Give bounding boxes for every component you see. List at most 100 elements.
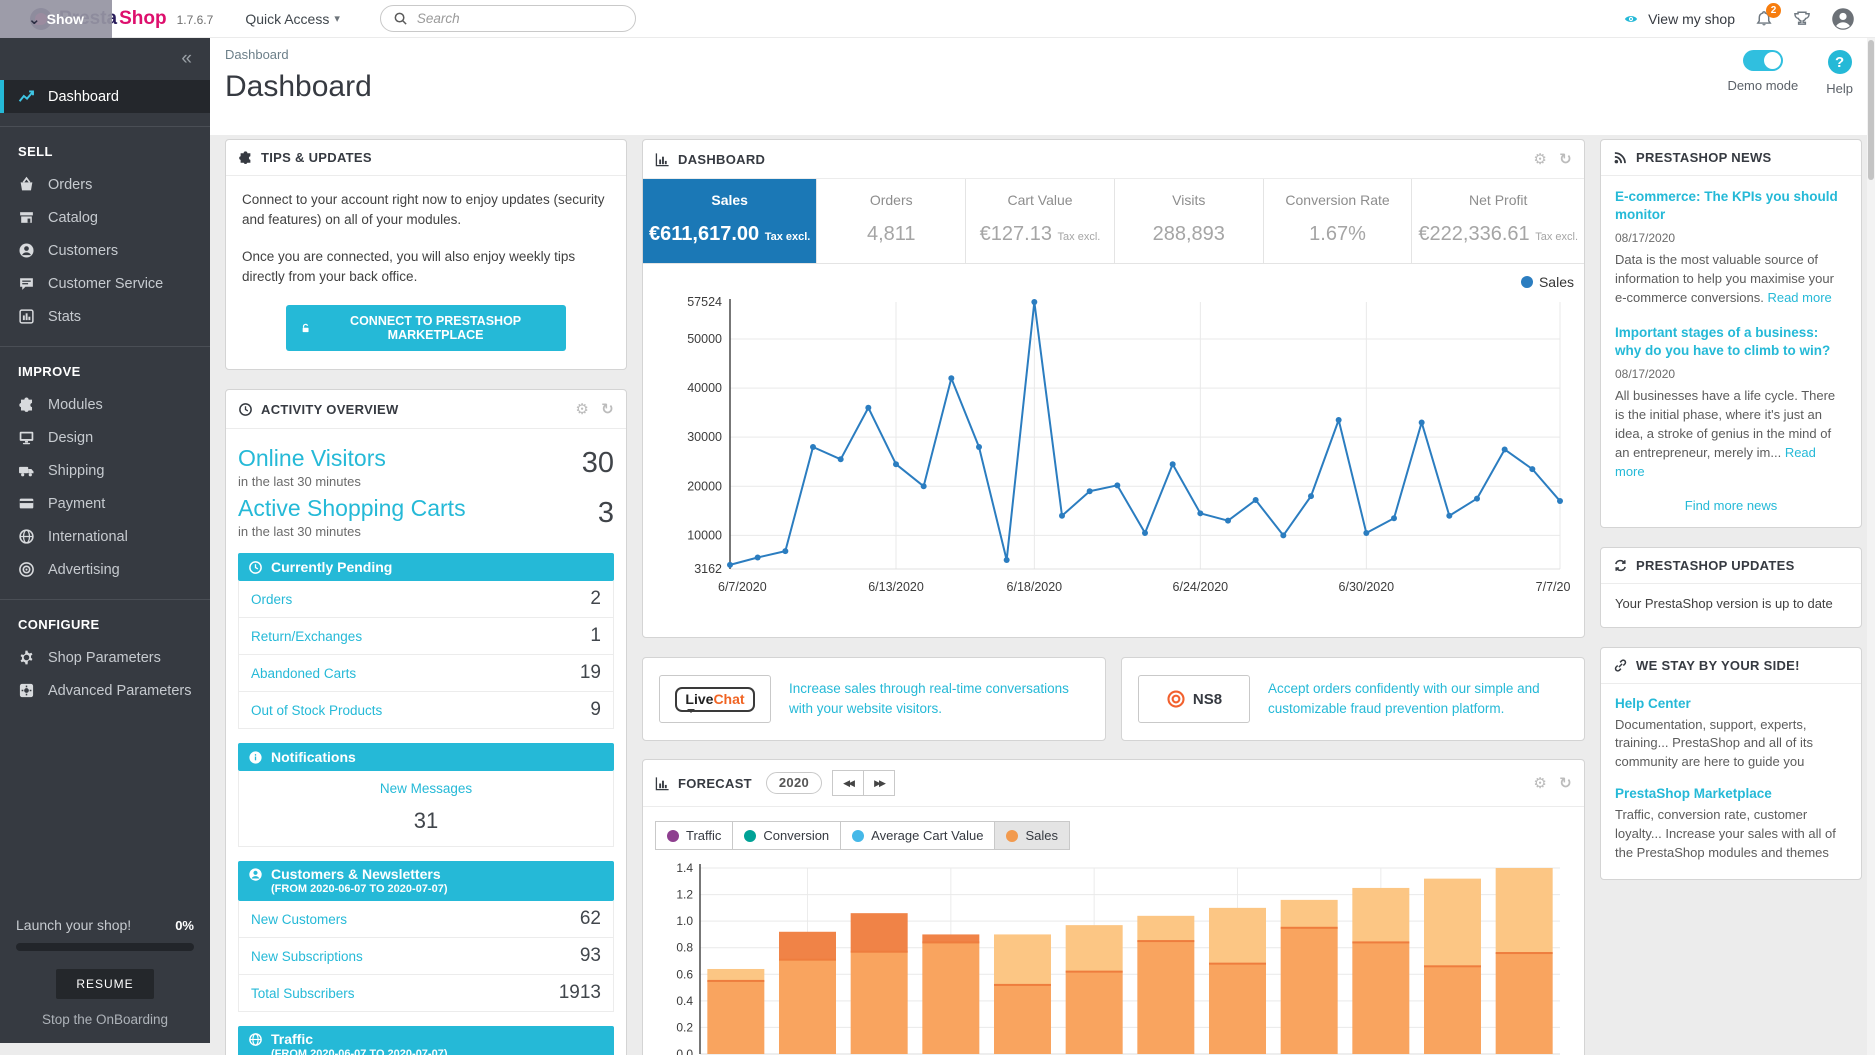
read-more-link[interactable]: Read more — [1767, 290, 1831, 305]
total-subscribers-link[interactable]: Total Subscribers — [251, 986, 355, 1001]
launch-progress-percent: 0% — [175, 918, 194, 933]
sidebar-item-advertising[interactable]: Advertising — [0, 553, 210, 586]
account-menu[interactable] — [1831, 7, 1855, 31]
forecast-bar-chart[interactable]: 0.00.20.40.60.81.01.21.4FebruaryAprilJun… — [655, 856, 1570, 1055]
gear-icon[interactable]: ⚙ — [1533, 774, 1547, 792]
onboarding-launch-block: Launch your shop! 0% RESUME Stop the OnB… — [0, 902, 210, 1043]
activity-overview-panel: ACTIVITY OVERVIEW ⚙ ↻ Online Visitors in… — [225, 389, 627, 1055]
sidebar-item-shipping[interactable]: Shipping — [0, 454, 210, 487]
news-article-title[interactable]: Important stages of a business: why do y… — [1615, 324, 1847, 360]
legend-button-conversion[interactable]: Conversion — [732, 821, 841, 850]
forecast-year-pill[interactable]: 2020 — [766, 772, 822, 794]
sidebar-item-advanced-parameters[interactable]: Advanced Parameters — [0, 674, 210, 707]
online-visitors-label[interactable]: Online Visitors — [238, 445, 386, 472]
news-article-title[interactable]: E-commerce: The KPIs you should monitor — [1615, 188, 1847, 224]
sidebar-item-payment[interactable]: Payment — [0, 487, 210, 520]
connect-marketplace-button[interactable]: CONNECT TO PRESTASHOP MARKETPLACE — [286, 305, 566, 351]
brand-shop: Shop — [119, 8, 167, 30]
sidebar-collapse-button[interactable]: « — [181, 48, 192, 69]
updates-status-text: Your PrestaShop version is up to date — [1601, 584, 1861, 627]
band-title: Traffic — [271, 1031, 313, 1047]
sidebar-item-modules[interactable]: Modules — [0, 388, 210, 421]
sidebar-item-shop-parameters[interactable]: Shop Parameters — [0, 641, 210, 674]
svg-text:57524: 57524 — [687, 296, 722, 309]
sidebar-item-label: International — [48, 529, 128, 545]
out-of-stock-link[interactable]: Out of Stock Products — [251, 703, 382, 718]
legend-button-traffic[interactable]: Traffic — [655, 821, 733, 850]
trophy-button[interactable] — [1793, 10, 1811, 28]
topbar: ⌄ Show PrestaShop 1.7.6.7 Quick Access ▾… — [0, 0, 1875, 38]
panel-title: WE STAY BY YOUR SIDE! — [1636, 658, 1800, 673]
refresh-icon[interactable]: ↻ — [1559, 150, 1572, 168]
notifications-button[interactable]: 2 — [1755, 10, 1773, 28]
svg-text:20000: 20000 — [687, 479, 722, 493]
chevron-down-icon: ▾ — [334, 12, 340, 25]
svg-text:6/30/2020: 6/30/2020 — [1339, 580, 1395, 594]
demo-mode-toggle[interactable] — [1743, 50, 1783, 71]
active-carts-label[interactable]: Active Shopping Carts — [238, 495, 466, 522]
marketplace-link[interactable]: PrestaShop Marketplace — [1615, 786, 1847, 801]
kpi-label: Conversion Rate — [1270, 192, 1406, 208]
svg-text:1.2: 1.2 — [676, 888, 693, 902]
globe-icon — [248, 1032, 263, 1047]
sidebar-item-catalog[interactable]: Catalog — [0, 201, 210, 234]
sidebar-item-dashboard[interactable]: Dashboard — [0, 80, 210, 113]
legend-button-average-cart-value[interactable]: Average Cart Value — [840, 821, 995, 850]
basket-icon — [18, 176, 35, 193]
help-center-text: Documentation, support, experts, trainin… — [1615, 716, 1847, 773]
gear-icon[interactable]: ⚙ — [1533, 150, 1547, 168]
pending-orders-value: 2 — [590, 588, 601, 610]
scrollbar-thumb[interactable] — [1868, 40, 1874, 180]
livechat-logo[interactable]: LiveChat — [659, 675, 771, 723]
find-more-news-link[interactable]: Find more news — [1615, 498, 1847, 513]
sidebar-item-international[interactable]: International — [0, 520, 210, 553]
legend-button-sales[interactable]: Sales — [994, 821, 1070, 850]
forecast-legend: Traffic Conversion Average Cart Value Sa… — [643, 807, 1584, 852]
tips-paragraph: Connect to your account right now to enj… — [242, 190, 610, 231]
quick-access-dropdown[interactable]: Quick Access ▾ — [245, 11, 340, 27]
refresh-icon[interactable]: ↻ — [601, 400, 614, 418]
pending-orders-link[interactable]: Orders — [251, 592, 292, 607]
show-overlay-button[interactable]: ⌄ Show — [0, 0, 112, 38]
kpi-row: Sales €611,617.00 Tax excl. Orders 4,811… — [643, 179, 1584, 264]
kpi-tab-conversion-rate[interactable]: Conversion Rate 1.67% — [1264, 179, 1413, 263]
new-customers-link[interactable]: New Customers — [251, 912, 347, 927]
scrollbar[interactable] — [1867, 38, 1875, 1055]
active-carts-stat: Active Shopping Carts in the last 30 min… — [238, 495, 614, 539]
view-my-shop-link[interactable]: View my shop — [1622, 11, 1735, 27]
kpi-tab-cart-value[interactable]: Cart Value €127.13 Tax excl. — [966, 179, 1115, 263]
new-subscriptions-link[interactable]: New Subscriptions — [251, 949, 363, 964]
version-label: 1.7.6.7 — [177, 13, 214, 27]
gear-icon[interactable]: ⚙ — [575, 400, 589, 418]
pending-returns-link[interactable]: Return/Exchanges — [251, 629, 362, 644]
sidebar-item-label: Advertising — [48, 562, 120, 578]
sidebar-item-design[interactable]: Design — [0, 421, 210, 454]
refresh-icon[interactable]: ↻ — [1559, 774, 1572, 792]
livechat-promo-link[interactable]: Increase sales through real-time convers… — [789, 679, 1089, 718]
sidebar-item-customers[interactable]: Customers — [0, 234, 210, 267]
sales-line-chart[interactable]: 31621000020000300004000050000575246/7/20… — [655, 296, 1570, 606]
stop-onboarding-link[interactable]: Stop the OnBoarding — [16, 1012, 194, 1027]
sidebar-section-configure: CONFIGURE — [0, 600, 210, 641]
connect-marketplace-label: CONNECT TO PRESTASHOP MARKETPLACE — [319, 314, 552, 342]
kpi-tab-orders[interactable]: Orders 4,811 — [817, 179, 966, 263]
kpi-tab-sales[interactable]: Sales €611,617.00 Tax excl. — [643, 179, 817, 263]
forecast-next-button[interactable]: ▶▶ — [863, 770, 895, 796]
forecast-prev-button[interactable]: ◀◀ — [832, 770, 864, 796]
sidebar-item-orders[interactable]: Orders — [0, 168, 210, 201]
help-center-link[interactable]: Help Center — [1615, 696, 1847, 711]
search-input[interactable] — [417, 11, 623, 26]
kpi-tab-visits[interactable]: Visits 288,893 — [1115, 179, 1264, 263]
resume-button[interactable]: RESUME — [56, 969, 153, 999]
sidebar-item-customer-service[interactable]: Customer Service — [0, 267, 210, 300]
sidebar-item-stats[interactable]: Stats — [0, 300, 210, 333]
legend-dot-icon — [667, 830, 679, 842]
new-messages-link[interactable]: New Messages — [251, 781, 601, 796]
abandoned-carts-link[interactable]: Abandoned Carts — [251, 666, 356, 681]
ns8-logo[interactable]: NS8 — [1138, 675, 1250, 723]
kpi-label: Orders — [823, 192, 959, 208]
help-control[interactable]: ? Help — [1826, 50, 1853, 96]
ns8-promo-link[interactable]: Accept orders confidently with our simpl… — [1268, 679, 1568, 718]
kpi-tab-net-profit[interactable]: Net Profit €222,336.61 Tax excl. — [1412, 179, 1584, 263]
search-box[interactable] — [380, 5, 636, 32]
